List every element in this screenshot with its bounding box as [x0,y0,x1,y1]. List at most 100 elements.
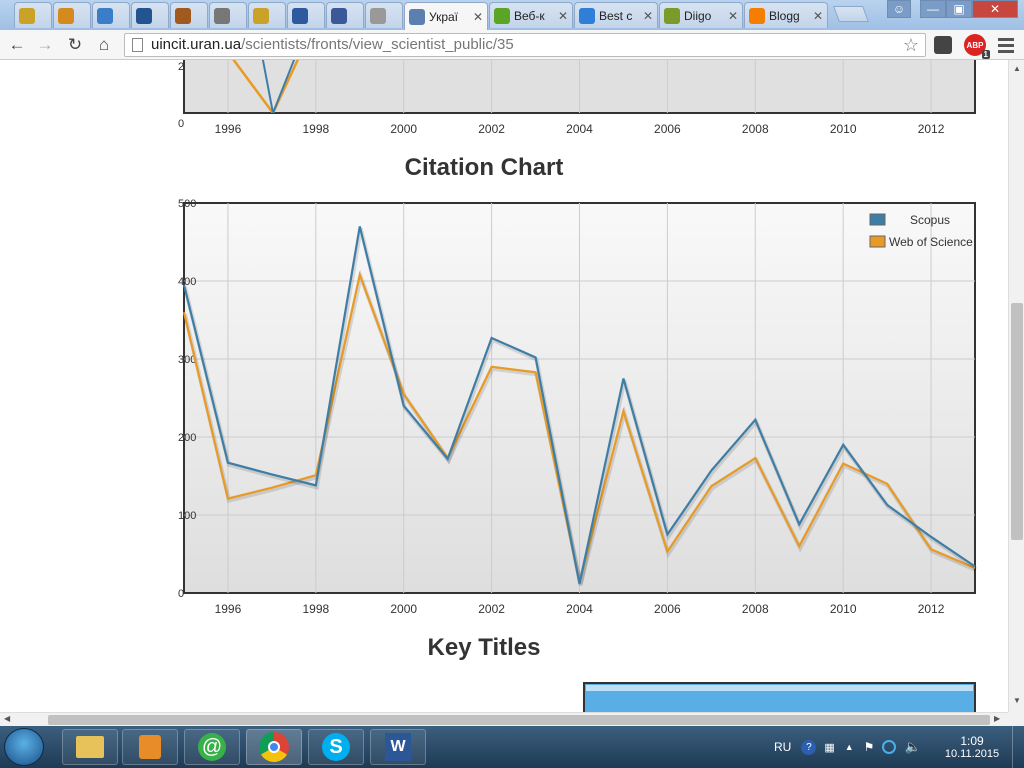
extension-icon[interactable] [934,36,952,54]
y-tick-label: 100 [178,510,196,522]
x-tick-label: 2004 [566,602,593,616]
browser-tab[interactable] [14,2,52,28]
browser-tab[interactable]: Diigo ✕ [659,2,743,28]
target-icon [136,7,152,24]
forward-button[interactable]: → [34,34,56,56]
legend-label: Web of Science [889,235,973,249]
page-icon [370,7,386,24]
pen-icon [97,7,113,24]
y-tick-label: 500 [178,198,196,210]
taskbar-explorer[interactable] [62,729,118,765]
taskbar-media[interactable] [122,729,178,765]
close-tab-icon[interactable]: ✕ [471,10,483,24]
x-tick-label: 2008 [742,122,769,136]
browser-tab[interactable]: Blogg ✕ [744,2,828,28]
browser-tab[interactable] [53,2,91,28]
citation-chart: 5004003002001000 1996 1998 2000 2002 2004 200… [178,198,978,616]
close-tab-icon[interactable]: ✕ [641,9,653,23]
close-tab-icon[interactable]: ✕ [811,9,823,23]
x-tick-label: 2002 [478,602,505,616]
browser-tab-bar: Украї ✕ Веб-к ✕ Best c ✕ Diigo ✕ Blogg ✕ [0,0,1024,30]
k-icon [19,7,35,24]
speaker-icon [214,7,230,24]
browser-tab[interactable] [170,2,208,28]
close-window-button[interactable]: ✕ [972,0,1018,18]
scrollbar-corner [1008,712,1024,726]
start-button[interactable] [4,728,44,766]
vertical-scroll-thumb[interactable] [1011,303,1023,540]
browser-tab-label: Diigo [684,8,712,23]
browser-tab[interactable] [287,2,325,28]
scroll-left-arrow-icon[interactable]: ◀ [4,714,10,723]
top-chart-y-label: 0 [178,118,184,130]
browser-tab-label: Веб-к [514,8,545,23]
horizontal-scrollbar[interactable]: ◀ ▶ [0,712,1008,726]
browser-tab[interactable]: Веб-к ✕ [489,2,573,28]
back-button[interactable]: ← [6,34,28,56]
media-icon [139,735,161,759]
maximize-button[interactable]: ▣ [946,0,972,18]
browser-tab[interactable] [209,2,247,28]
taskbar-agent[interactable]: @ [184,729,240,765]
browser-tab-label: Best c [599,8,633,23]
y-tick-label: 0 [178,588,184,600]
x-tick-label: 1996 [215,122,242,136]
bookmark-star-icon[interactable]: ☆ [903,34,919,56]
vertical-scrollbar[interactable]: ▲ ▼ [1008,60,1024,712]
flag-icon[interactable]: ⚑ [864,740,875,754]
browser-tab[interactable] [248,2,286,28]
top-chart-y-label: 2 [178,61,184,73]
adblock-count: 1 [981,50,990,59]
menu-icon[interactable] [998,36,1014,54]
windows-taskbar: @ S W RU ? ▦ ▲ ⚑ 🔈 1:09 10.11.2015 [0,726,1024,768]
x-tick-label: 1998 [302,122,329,136]
scroll-right-arrow-icon[interactable]: ▶ [994,714,1000,723]
browser-toolbar: ← → ↻ ⌂ uincit.uran.ua/scientists/fronts… [0,30,1024,60]
show-hidden-icons-icon[interactable]: ▲ [845,742,854,752]
person-icon [292,7,308,24]
circle-icon [58,7,74,24]
profile-button[interactable]: ☺ [887,0,911,18]
help-icon[interactable]: ? [801,739,817,755]
network-icon[interactable] [882,740,897,754]
clock[interactable]: 1:09 10.11.2015 [940,726,1004,768]
facebook-icon [331,7,347,24]
browser-tab[interactable]: Best c ✕ [574,2,658,28]
x-tick-label: 2004 [566,122,593,136]
browser-tab-label: Blogg [769,8,800,23]
horizontal-scroll-thumb[interactable] [48,715,990,725]
minimize-button[interactable]: — [920,0,946,18]
new-tab-button[interactable] [833,6,869,22]
close-tab-icon[interactable]: ✕ [726,9,738,23]
citation-chart-title: Citation Chart [404,154,564,181]
browser-tab-label: Украї [429,9,459,24]
box-icon [175,7,191,24]
window-switch-icon[interactable]: ▦ [824,741,834,754]
taskbar-chrome[interactable] [246,729,302,765]
browser-tab[interactable] [326,2,364,28]
taskbar-skype[interactable]: S [308,729,364,765]
scroll-up-arrow-icon[interactable]: ▲ [1013,64,1021,73]
legend-swatch [869,235,886,248]
browser-tab[interactable] [365,2,403,28]
reload-button[interactable]: ↻ [64,34,86,56]
adblock-button[interactable]: ABP 1 [964,34,990,59]
x-tick-label: 2010 [830,602,857,616]
show-desktop-button[interactable] [1012,726,1024,768]
key-titles-chart [583,682,976,712]
address-bar[interactable]: uincit.uran.ua/scientists/fronts/view_sc… [124,33,926,57]
browser-tab[interactable] [131,2,169,28]
x-tick-label: 1998 [302,602,329,616]
x-tick-label: 2012 [918,122,945,136]
evernote-icon [494,7,510,24]
clock-date: 10.11.2015 [944,748,1000,760]
scroll-down-arrow-icon[interactable]: ▼ [1013,696,1021,705]
close-tab-icon[interactable]: ✕ [556,9,568,23]
url-path: /scientists/fronts/view_scientist_public… [241,36,514,53]
volume-icon[interactable]: 🔈 [904,739,920,755]
browser-tab[interactable]: Украї ✕ [404,2,488,30]
home-button[interactable]: ⌂ [93,34,115,56]
taskbar-word[interactable]: W [370,729,426,765]
browser-tab[interactable] [92,2,130,28]
language-indicator[interactable]: RU [774,740,791,754]
